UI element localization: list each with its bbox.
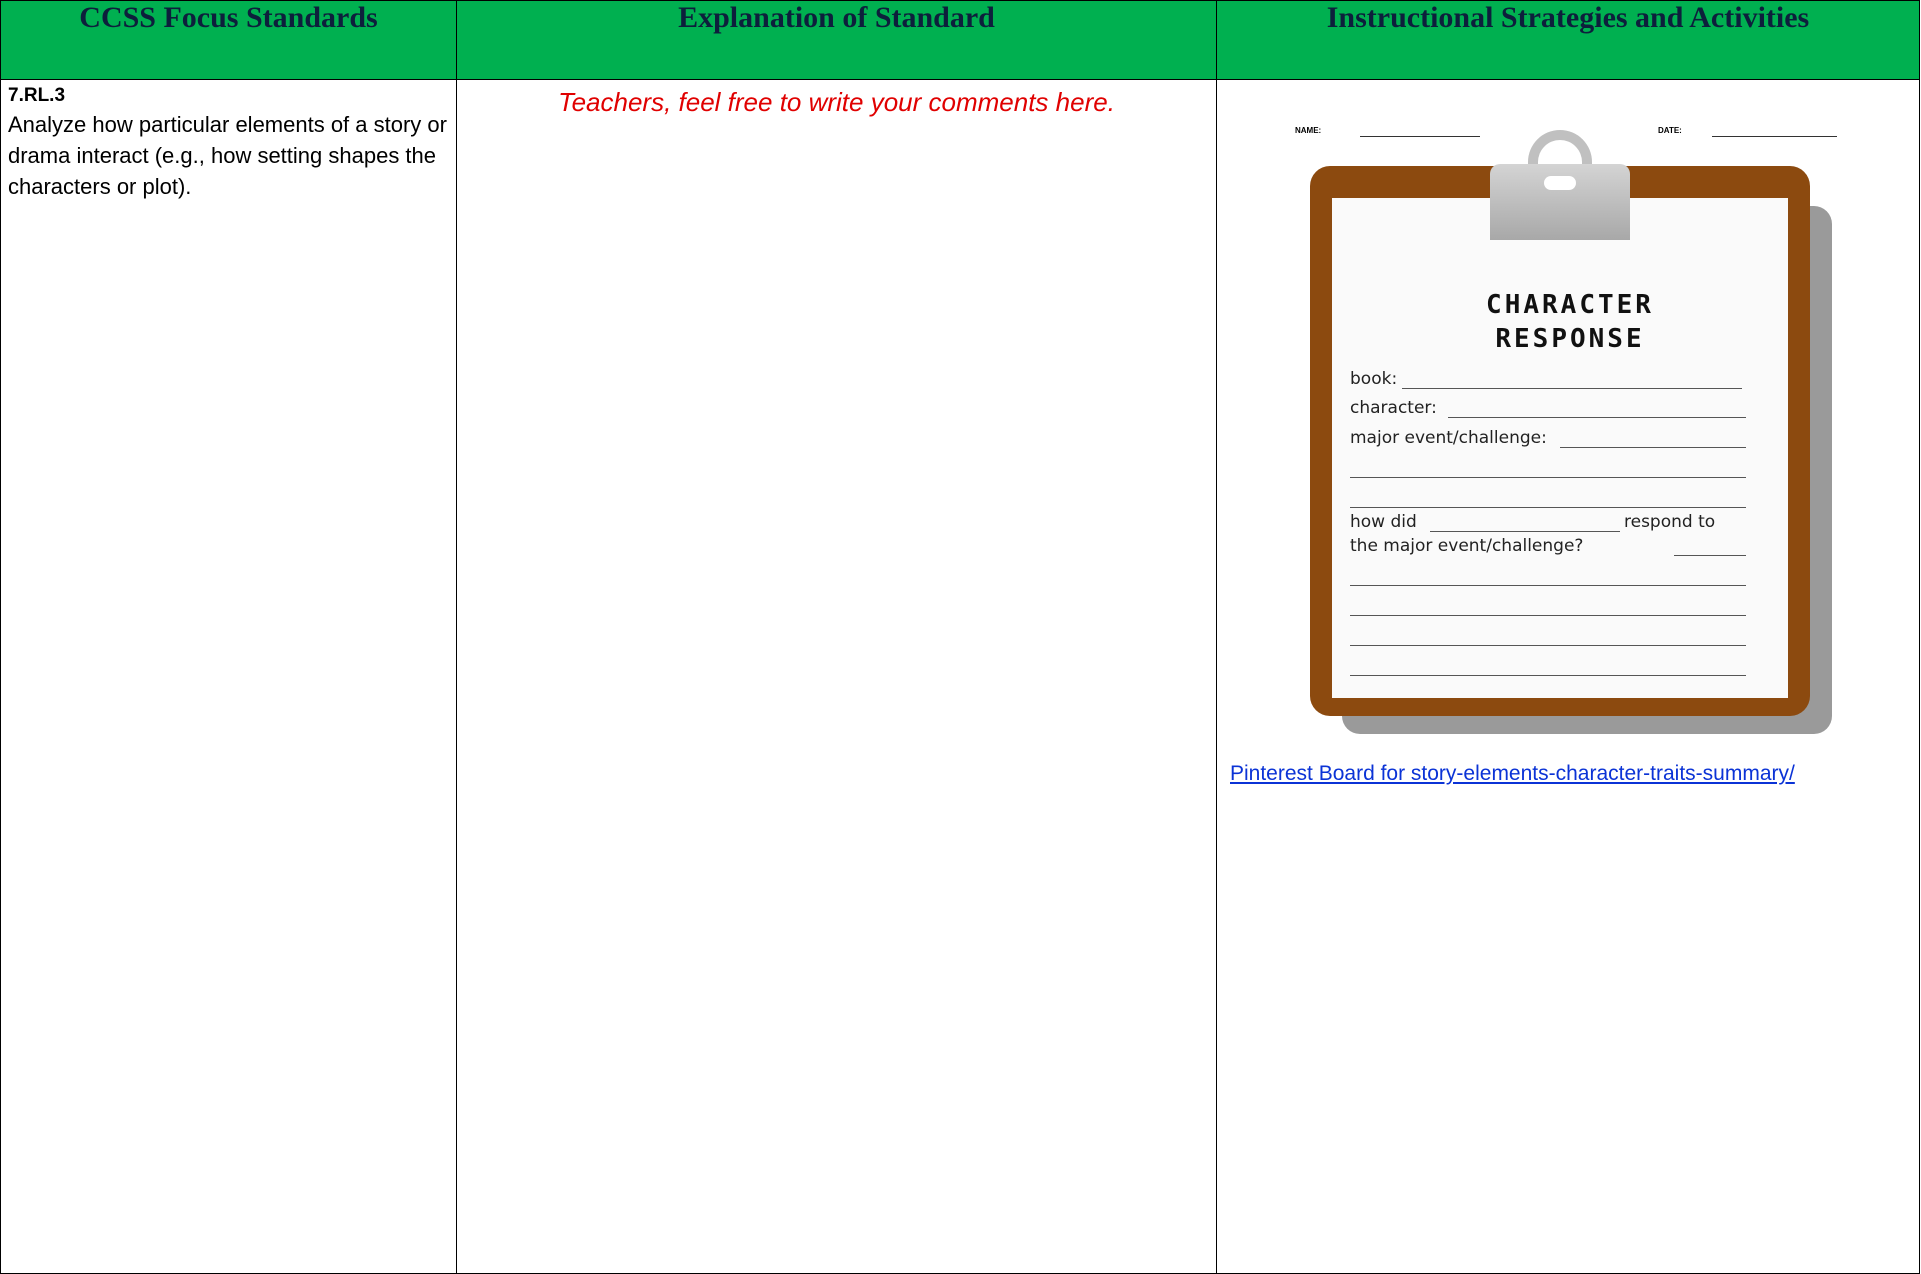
worksheet-field-how-did: how did [1350,512,1417,532]
worksheet-field-major-question: the major event/challenge? [1350,536,1584,556]
worksheet-line [1430,531,1620,532]
standard-text: Analyze how particular elements of a sto… [8,112,447,199]
worksheet-field-major-event: major event/challenge: [1350,428,1547,448]
worksheet-field-respond-to: respond to [1624,512,1716,532]
worksheet-name-line [1360,136,1480,137]
pinterest-board-link[interactable]: Pinterest Board for story-elements-chara… [1230,762,1795,786]
clipboard-clip-icon [1490,130,1630,240]
character-response-worksheet-image: NAME: DATE: CHARACTER RESPONSE book: cha… [1290,118,1850,738]
worksheet-line [1350,507,1746,508]
header-row: CCSS Focus Standards Explanation of Stan… [0,0,1920,80]
worksheet-line [1350,585,1746,586]
worksheet-line [1674,555,1746,556]
worksheet-date-line [1712,136,1837,137]
worksheet-line [1350,615,1746,616]
worksheet-line [1350,477,1746,478]
worksheet-field-book: book: [1350,369,1398,389]
standard-code: 7.RL.3 [8,85,66,106]
worksheet-line [1560,447,1746,448]
document-page: CCSS Focus Standards Explanation of Stan… [0,0,1921,1274]
header-instructional-strategies: Instructional Strategies and Activities [1216,0,1920,80]
worksheet-line [1402,388,1742,389]
teacher-comment-note: Teachers, feel free to write your commen… [558,87,1115,117]
worksheet-line [1350,675,1746,676]
header-explanation-of-standard: Explanation of Standard [456,0,1217,80]
worksheet-title-line1: CHARACTER [1486,290,1654,320]
worksheet-line [1448,417,1746,418]
clipboard-paper [1332,198,1788,698]
standard-cell: 7.RL.3 Analyze how particular elements o… [0,79,457,1274]
worksheet-title-line2: RESPONSE [1495,324,1645,354]
worksheet-field-character: character: [1350,398,1437,418]
worksheet-date-label: DATE: [1658,126,1682,135]
worksheet-name-label: NAME: [1295,126,1322,135]
header-ccss-focus-standards: CCSS Focus Standards [0,0,457,80]
worksheet-line [1350,645,1746,646]
explanation-cell[interactable]: Teachers, feel free to write your commen… [456,79,1217,1274]
